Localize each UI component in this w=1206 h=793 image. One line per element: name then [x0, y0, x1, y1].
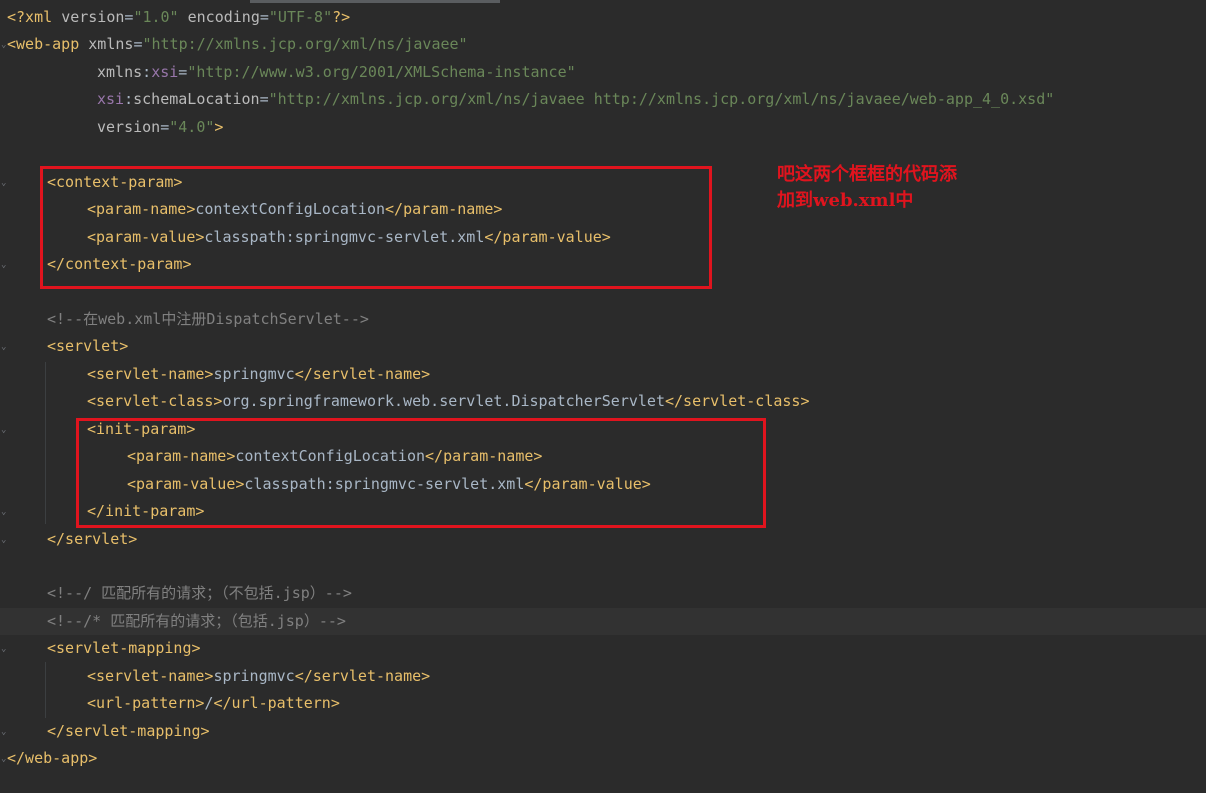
code-token: </servlet-mapping> [47, 721, 210, 740]
code-token: <servlet-class> [87, 392, 223, 411]
code-line: <servlet> [7, 333, 128, 360]
code-token: encoding [178, 8, 260, 26]
annotation-line-2: 加到web.xml中 [777, 190, 914, 211]
code-token: <web-app [7, 35, 89, 54]
code-token: <servlet> [47, 337, 129, 356]
code-line: xsi:schemaLocation="http://xmlns.jcp.org… [7, 86, 1054, 113]
code-token: "http://www.w3.org/2001/XMLSchema-instan… [187, 62, 576, 81]
code-token: xmlns [88, 35, 134, 54]
code-line: </servlet-mapping> [7, 718, 210, 745]
code-line: <url-pattern>/</url-pattern> [7, 690, 340, 717]
code-line: </web-app> [7, 745, 97, 772]
code-token: "UTF-8" [268, 8, 333, 26]
code-line: <servlet-mapping> [7, 635, 201, 662]
code-line: <?xml version="1.0" encoding="UTF-8"?> [7, 4, 350, 31]
code-line: <servlet-name>springmvc</servlet-name> [7, 361, 430, 388]
code-token: <!--在web.xml中注册DispatchServlet--> [47, 309, 369, 328]
code-token: "http://xmlns.jcp.org/xml/ns/javaee http… [268, 90, 1055, 109]
code-line: version="4.0"> [7, 114, 223, 141]
code-token: <servlet-name> [87, 666, 214, 685]
code-token: = [259, 8, 269, 26]
code-token: <servlet-name> [87, 364, 214, 383]
code-token: > [214, 117, 224, 136]
code-token: : [142, 62, 152, 81]
annotation-note: 吧这两个框框的代码添 加到web.xml中 [777, 162, 957, 214]
code-token: </servlet-name> [294, 666, 431, 685]
code-token: <!--/ 匹配所有的请求；（不包括.jsp）--> [47, 584, 352, 603]
code-token: = [259, 90, 269, 109]
code-token: <?xml [7, 8, 62, 26]
code-token: </servlet-class> [664, 392, 810, 411]
code-token: schemaLocation [133, 90, 260, 109]
code-token: "4.0" [169, 117, 215, 136]
code-token: version [97, 117, 161, 136]
code-token: = [178, 62, 188, 81]
highlight-box-init-param [76, 418, 766, 528]
highlight-box-context-param [40, 166, 712, 289]
horizontal-scrollbar-thumb[interactable] [250, 0, 500, 3]
code-line: <web-app xmlns="http://xmlns.jcp.org/xml… [7, 31, 468, 58]
code-token: = [160, 117, 170, 136]
code-token: version [61, 8, 125, 26]
code-line: <!--在web.xml中注册DispatchServlet--> [7, 306, 369, 333]
code-line: <servlet-name>springmvc</servlet-name> [7, 663, 430, 690]
code-token: org.springframework.web.servlet.Dispatch… [222, 392, 665, 411]
code-line: <servlet-class>org.springframework.web.s… [7, 388, 809, 415]
annotation-line-1: 吧这两个框框的代码添 [777, 164, 957, 185]
code-token: </servlet-name> [294, 364, 431, 383]
code-token: <!--/* 匹配所有的请求；（包括.jsp）--> [47, 611, 346, 630]
code-token: "1.0" [133, 8, 179, 26]
code-token: : [124, 90, 134, 109]
code-token: springmvc [213, 666, 295, 685]
code-line: <!--/ 匹配所有的请求；（不包括.jsp）--> [7, 580, 352, 607]
code-line: xmlns:xsi="http://www.w3.org/2001/XMLSch… [7, 59, 576, 86]
code-line: <!--/* 匹配所有的请求；（包括.jsp）--> [7, 608, 346, 635]
code-token: </servlet> [47, 529, 138, 548]
code-token: xmlns [97, 62, 143, 81]
code-token: "http://xmlns.jcp.org/xml/ns/javaee" [142, 35, 468, 54]
code-token: <url-pattern> [87, 694, 205, 713]
code-token: springmvc [213, 364, 295, 383]
code-token: xsi [97, 90, 125, 109]
code-token: </url-pattern> [213, 694, 340, 713]
code-token: </web-app> [7, 749, 98, 768]
code-line: </servlet> [7, 526, 137, 553]
code-token: xsi [151, 62, 179, 81]
code-token: ?> [332, 8, 351, 26]
code-token: <servlet-mapping> [47, 639, 201, 658]
